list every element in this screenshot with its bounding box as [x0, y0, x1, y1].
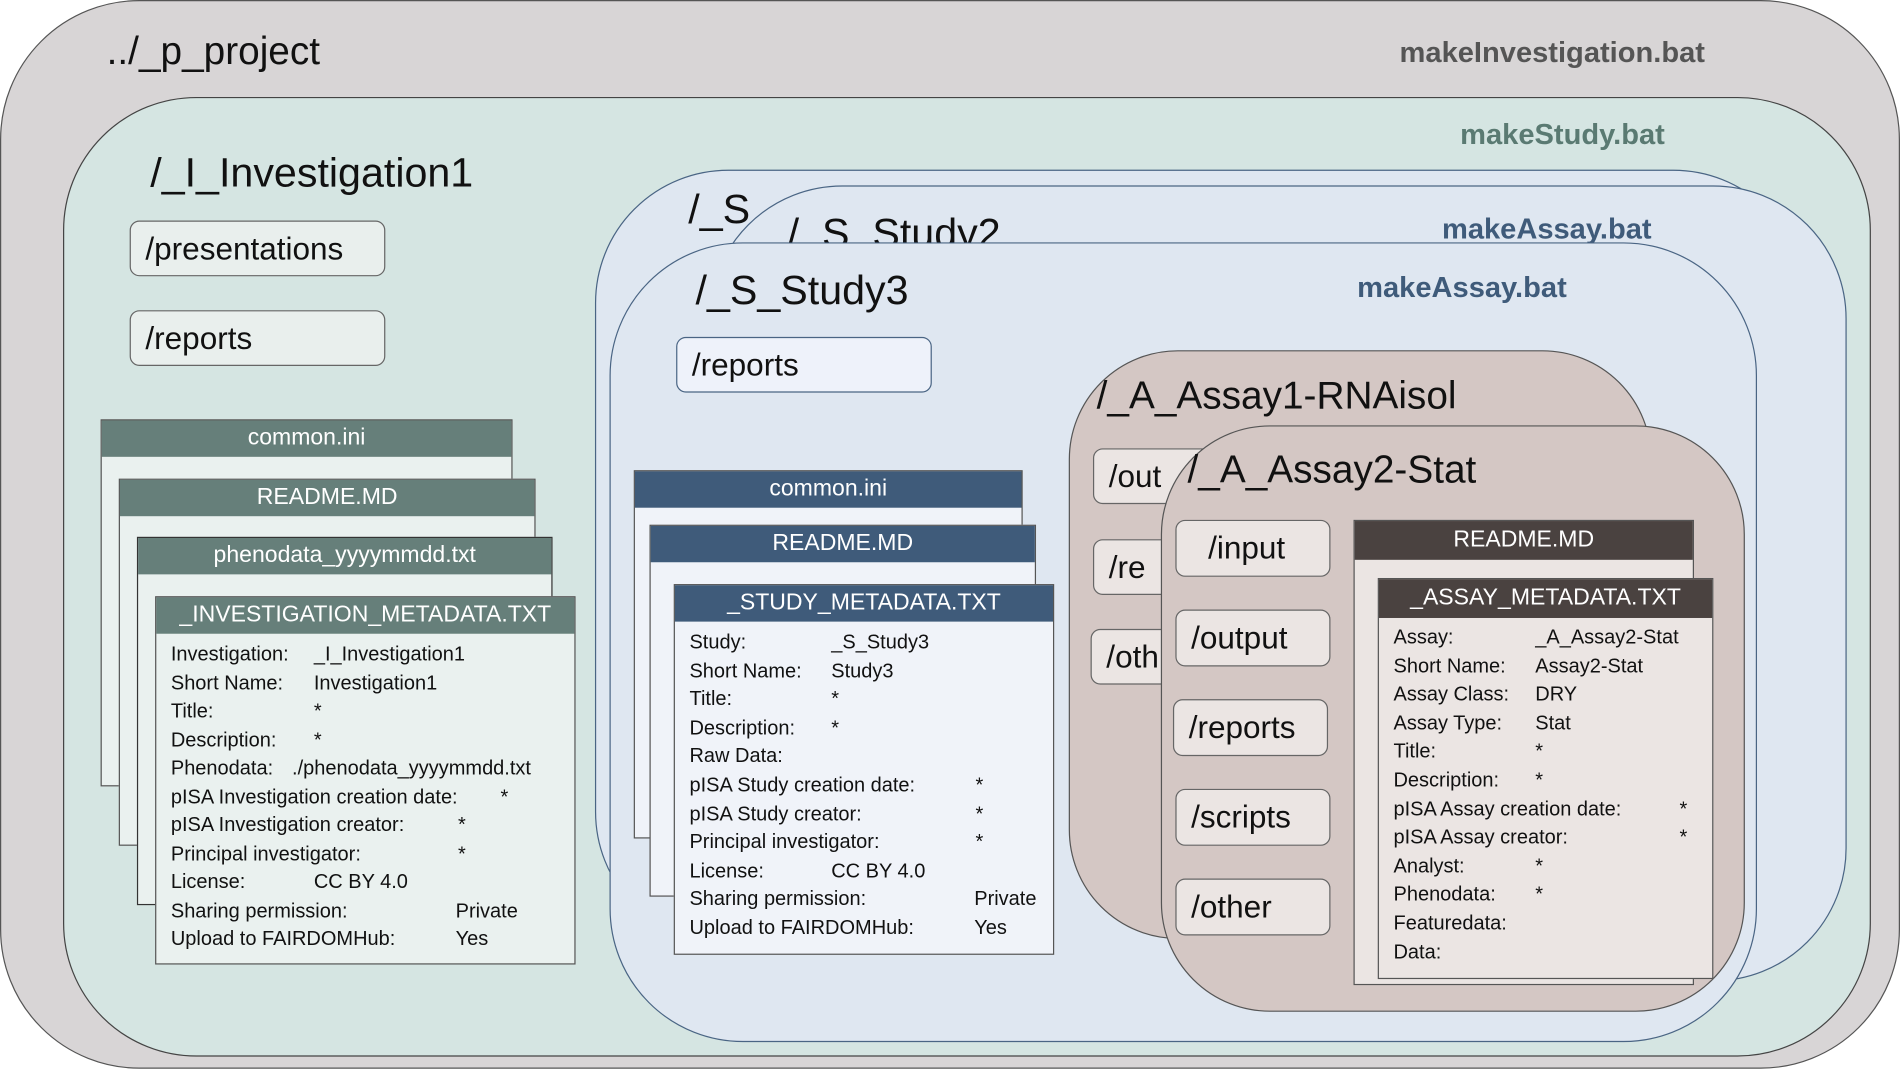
metadata-field-label: Study:	[689, 631, 747, 654]
study-metadata-file: _STUDY_METADATA.TXT Study: _S_Study3 Short …	[673, 584, 1055, 955]
file-name: phenodata_yyyymmdd.txt	[138, 538, 552, 575]
metadata-field-label: Short Name:	[689, 659, 802, 682]
metadata-field-label: Upload to FAIRDOMHub:	[689, 917, 914, 940]
metadata-field-label: Short Name:	[170, 671, 284, 694]
metadata-field-value: Private	[455, 899, 518, 922]
folder-presentations: /presentations	[129, 220, 386, 277]
project-title: ../_p_project	[106, 29, 321, 73]
metadata-field-label: Featuredata:	[1393, 912, 1507, 935]
metadata-field-value: CC BY 4.0	[313, 871, 408, 894]
study3-title: /_S_Study3	[695, 267, 909, 314]
metadata-field-label: Description:	[689, 717, 796, 739]
metadata-field-value: *	[1535, 740, 1544, 763]
metadata-field-value: *	[313, 728, 322, 751]
metadata-field-label: pISA Investigation creator:	[170, 814, 405, 837]
metadata-field-label: Investigation:	[170, 643, 289, 666]
assay2-folder-output: /output	[1175, 609, 1331, 667]
metadata-field-value: *	[313, 700, 322, 723]
metadata-field-value: _I_Investigation1	[313, 643, 466, 666]
metadata-field-value: _A_Assay2-Stat	[1535, 626, 1679, 649]
metadata-field-label: License:	[689, 860, 764, 882]
assay2-folder-scripts: /scripts	[1175, 788, 1331, 846]
make-study-script: makeStudy.bat	[1460, 118, 1665, 152]
assay2-folder-input: /input	[1175, 519, 1331, 577]
assay2-folder-reports: /reports	[1172, 699, 1329, 757]
metadata-field-value: Yes	[455, 928, 489, 950]
metadata-field-label: Raw Data:	[689, 745, 783, 768]
metadata-field-label: License:	[170, 871, 246, 894]
metadata-field-label: Description:	[170, 728, 277, 751]
metadata-field-value: Study3	[831, 659, 894, 682]
metadata-field-value: Yes	[974, 917, 1007, 940]
metadata-field-value: Stat	[1535, 712, 1571, 735]
metadata-field-value: *	[500, 785, 509, 808]
metadata-field-label: Sharing permission:	[170, 899, 348, 922]
metadata-field-value: *	[831, 717, 840, 739]
metadata-field-label: Short Name:	[1393, 655, 1506, 677]
metadata-field-label: Phenodata:	[170, 757, 274, 780]
metadata-field-label: Upload to FAIRDOMHub:	[170, 928, 396, 950]
metadata-field-value: *	[1535, 883, 1544, 906]
metadata-field-value: *	[975, 774, 984, 797]
metadata-field-value: _S_Study3	[831, 631, 930, 654]
file-name: _INVESTIGATION_METADATA.TXT	[156, 597, 575, 634]
metadata-field-label: Title:	[689, 688, 733, 711]
file-name: README.MD	[119, 479, 535, 517]
metadata-field-value: Private	[974, 888, 1037, 911]
metadata-field-label: pISA Study creation date:	[689, 774, 916, 797]
file-name: README.MD	[650, 525, 1035, 563]
file-name: README.MD	[1354, 521, 1693, 560]
assay2-folder-other: /other	[1175, 878, 1331, 936]
metadata-field-value: Investigation1	[313, 671, 438, 694]
metadata-field-value: CC BY 4.0	[831, 860, 926, 882]
metadata-field-label: Phenodata:	[1393, 883, 1496, 906]
assay2-title: /_A_Assay2-Stat	[1187, 447, 1477, 491]
file-name: _STUDY_METADATA.TXT	[674, 585, 1053, 622]
metadata-field-value: *	[1535, 855, 1544, 878]
study3-folder-reports: /reports	[676, 336, 932, 393]
metadata-field-label: Principal investigator:	[170, 842, 361, 865]
file-name: _ASSAY_METADATA.TXT	[1378, 579, 1713, 618]
pisa-structure-diagram: ../_p_project makeInvestigation.bat /_I_…	[0, 0, 1900, 1069]
metadata-field-value: *	[458, 814, 466, 837]
metadata-field-label: Assay Class:	[1393, 683, 1510, 706]
metadata-field-label: Description:	[1393, 769, 1500, 792]
metadata-field-value: *	[1679, 826, 1688, 849]
make-investigation-script: makeInvestigation.bat	[1399, 36, 1705, 70]
metadata-field-label: Principal investigator:	[689, 831, 880, 854]
metadata-field-label: pISA Investigation creation date:	[170, 785, 458, 808]
metadata-field-value: *	[975, 831, 984, 854]
metadata-field-label: Analyst:	[1393, 855, 1465, 878]
metadata-field-label: pISA Assay creation date:	[1393, 798, 1622, 820]
metadata-field-value: *	[458, 842, 466, 865]
file-name: common.ini	[101, 420, 512, 457]
metadata-field-label: Sharing permission:	[689, 888, 867, 911]
investigation-metadata-file: _INVESTIGATION_METADATA.TXT Investigation…	[155, 596, 576, 965]
metadata-field-value: Assay2-Stat	[1535, 655, 1644, 677]
metadata-field-value: *	[1535, 769, 1544, 792]
metadata-field-value: *	[1679, 798, 1688, 820]
folder-reports: /reports	[129, 310, 386, 366]
study1-title: /_S	[688, 186, 751, 233]
metadata-field-label: pISA Assay creator:	[1393, 826, 1568, 849]
metadata-field-value: *	[831, 688, 840, 711]
metadata-field-label: Title:	[170, 700, 214, 723]
assay1-title: /_A_Assay1-RNAisol	[1096, 373, 1457, 417]
metadata-field-label: pISA Study creator:	[689, 802, 862, 825]
metadata-field-label: Assay Type:	[1393, 712, 1503, 735]
metadata-field-label: Data:	[1393, 941, 1442, 963]
metadata-field-value: ./phenodata_yyyymmdd.txt	[292, 757, 531, 780]
metadata-field-value: *	[975, 802, 984, 825]
investigation-title: /_I_Investigation1	[150, 150, 474, 197]
metadata-field-value: DRY	[1535, 683, 1578, 706]
assay-metadata-file: _ASSAY_METADATA.TXT Assay: _A_Assay2-Stat S…	[1377, 577, 1714, 980]
metadata-field-label: Assay:	[1393, 626, 1454, 649]
file-name: common.ini	[634, 471, 1022, 508]
study3-make-assay-script: makeAssay.bat	[1357, 271, 1567, 305]
metadata-field-label: Title:	[1393, 740, 1437, 763]
